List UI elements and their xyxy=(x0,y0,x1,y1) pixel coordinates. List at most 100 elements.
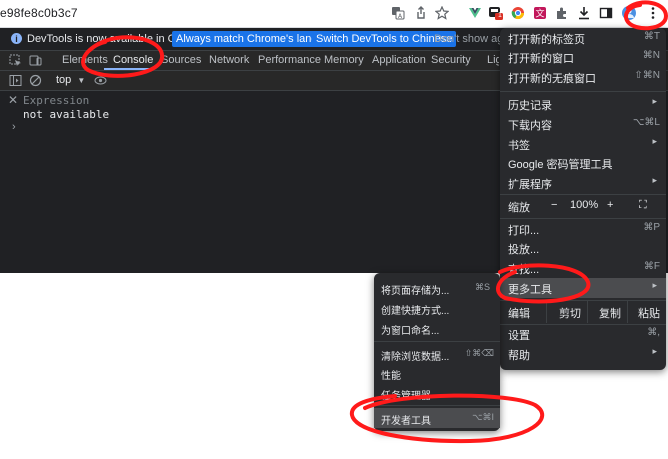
menu-item-new-incognito-window[interactable]: 打开新的无痕窗口 ⇧⌘N xyxy=(500,67,666,87)
submenu-divider xyxy=(374,341,500,342)
copy-button[interactable]: 复制 xyxy=(599,305,621,321)
menu-item-label: 书签 xyxy=(508,140,530,152)
download-icon[interactable] xyxy=(575,4,593,22)
console-prompt[interactable]: › xyxy=(12,121,16,133)
tab-console[interactable]: Console xyxy=(113,54,153,66)
menu-item-label: 历史记录 xyxy=(508,100,552,112)
zoom-in-button[interactable]: + xyxy=(607,199,613,211)
translate-icon[interactable]: A xyxy=(389,4,407,22)
menu-item-cast[interactable]: 投放... xyxy=(500,238,666,258)
menu-item-shortcut: ⌘N xyxy=(642,50,660,61)
submenu-item-label: 创建快捷方式... xyxy=(381,306,450,317)
tab-performance[interactable]: Performance xyxy=(258,54,321,66)
extension-badge-icon[interactable]: 1 xyxy=(487,4,505,22)
sidebar-toggle-icon[interactable] xyxy=(9,74,22,87)
menu-item-shortcut: ⌥⌘L xyxy=(632,117,660,128)
submenu-item-label: 清除浏览数据... xyxy=(381,352,450,363)
menu-item-label: 投放... xyxy=(508,244,540,256)
share-icon[interactable] xyxy=(412,4,430,22)
menu-item-shortcut: ⇧⌘N xyxy=(634,70,660,81)
translate-extension-icon[interactable]: 文 xyxy=(531,4,549,22)
edit-divider xyxy=(587,301,588,323)
menu-item-help[interactable]: 帮助 ▸ xyxy=(500,344,666,364)
info-icon: i xyxy=(11,33,22,44)
submenu-item-save-page[interactable]: 将页面存储为... ⌘S xyxy=(374,278,500,298)
zoom-out-button[interactable]: − xyxy=(551,199,557,211)
menu-item-password-manager[interactable]: Google 密码管理工具 xyxy=(500,153,666,173)
menu-item-label: 扩展程序 xyxy=(508,179,552,191)
expression-value: not available xyxy=(23,108,110,121)
menu-item-more-tools[interactable]: 更多工具 ▸ xyxy=(500,278,666,298)
tab-sources[interactable]: Sources xyxy=(161,54,201,66)
profile-avatar-icon[interactable] xyxy=(620,4,638,22)
tab-network[interactable]: Network xyxy=(209,54,249,66)
menu-item-shortcut: ⌘, xyxy=(647,327,660,338)
menu-item-label: 打印... xyxy=(508,225,540,237)
eye-icon[interactable] xyxy=(94,74,107,87)
chevron-right-icon: ▸ xyxy=(652,346,657,356)
menu-item-label: 更多工具 xyxy=(508,284,552,296)
expression-label[interactable]: Expression xyxy=(23,94,89,107)
menu-item-extensions[interactable]: 扩展程序 ▸ xyxy=(500,173,666,193)
menu-item-find[interactable]: 查找... ⌘F xyxy=(500,258,666,278)
submenu-item-performance[interactable]: 性能 xyxy=(374,363,500,383)
execution-context-select[interactable]: top ▼ xyxy=(56,74,85,86)
chevron-right-icon: ▸ xyxy=(652,175,657,185)
submenu-item-label: 任务管理器 xyxy=(381,391,431,402)
menu-item-label: 设置 xyxy=(508,330,530,342)
tab-elements[interactable]: Elements xyxy=(62,54,108,66)
submenu-item-developer-tools[interactable]: 开发者工具 ⌥⌘I xyxy=(374,408,500,428)
tab-memory[interactable]: Memory xyxy=(324,54,364,66)
bookmark-star-icon[interactable] xyxy=(433,4,451,22)
paste-button[interactable]: 粘贴 xyxy=(638,305,660,321)
submenu-item-clear-browsing-data[interactable]: 清除浏览数据... ⇧⌘⌫ xyxy=(374,344,500,364)
menu-item-shortcut: ⌘T xyxy=(643,31,660,42)
submenu-item-create-shortcut[interactable]: 创建快捷方式... xyxy=(374,298,500,318)
menu-item-new-tab[interactable]: 打开新的标签页 ⌘T xyxy=(500,28,666,48)
inspect-element-icon[interactable] xyxy=(9,54,22,67)
menu-item-history[interactable]: 历史记录 ▸ xyxy=(500,94,666,114)
kebab-menu-icon[interactable] xyxy=(644,4,662,22)
menu-item-downloads[interactable]: 下载内容 ⌥⌘L xyxy=(500,114,666,134)
puzzle-extensions-icon[interactable] xyxy=(553,4,571,22)
chevron-right-icon: ▸ xyxy=(652,136,657,146)
device-toolbar-icon[interactable] xyxy=(29,54,42,67)
menu-item-label: 打开新的窗口 xyxy=(508,53,574,65)
menu-edit-row: 编辑 剪切 复制 粘贴 xyxy=(500,301,666,323)
menu-item-bookmarks[interactable]: 书签 ▸ xyxy=(500,134,666,154)
submenu-item-shortcut: ⌘S xyxy=(474,282,490,292)
cut-button[interactable]: 剪切 xyxy=(559,305,581,321)
zoom-label: 缩放 xyxy=(508,202,530,214)
tab-security[interactable]: Security xyxy=(431,54,471,66)
edit-label: 编辑 xyxy=(508,308,530,320)
submenu-item-label: 性能 xyxy=(381,371,401,382)
clear-console-icon[interactable] xyxy=(29,74,42,87)
tab-application[interactable]: Application xyxy=(372,54,426,66)
menu-item-print[interactable]: 打印... ⌘P xyxy=(500,219,666,239)
vue-devtools-extension-icon[interactable] xyxy=(466,4,484,22)
submenu-item-label: 将页面存储为... xyxy=(381,286,450,297)
menu-item-label: Google 密码管理工具 xyxy=(508,159,613,171)
tab-lighthouse[interactable]: Lighthouse xyxy=(487,54,499,66)
svg-text:文: 文 xyxy=(535,8,544,20)
fullscreen-icon[interactable]: ⛶ xyxy=(639,199,647,212)
address-bar-url[interactable]: e98fe8c0b3c7 xyxy=(0,6,78,20)
menu-item-shortcut: ⌘P xyxy=(643,222,660,233)
submenu-item-shortcut: ⌥⌘I xyxy=(472,412,494,422)
browser-toolbar: e98fe8c0b3c7 A 1 文 xyxy=(0,0,668,28)
chrome-circle-extension-icon[interactable] xyxy=(509,4,527,22)
close-icon[interactable]: ✕ xyxy=(8,93,18,107)
submenu-item-label: 开发者工具 xyxy=(381,416,431,427)
submenu-item-name-window[interactable]: 为窗口命名... xyxy=(374,318,500,338)
menu-item-settings[interactable]: 设置 ⌘, xyxy=(500,324,666,344)
submenu-item-task-manager[interactable]: 任务管理器 xyxy=(374,383,500,403)
menu-item-shortcut: ⌘F xyxy=(643,261,660,272)
menu-item-new-window[interactable]: 打开新的窗口 ⌘N xyxy=(500,47,666,67)
menu-item-label: 查找... xyxy=(508,264,540,276)
chrome-main-menu: 打开新的标签页 ⌘T 打开新的窗口 ⌘N 打开新的无痕窗口 ⇧⌘N 历史记录 ▸… xyxy=(500,28,666,370)
menu-zoom-row: 缩放 − 100% + ⛶ xyxy=(500,195,666,217)
side-panel-icon[interactable] xyxy=(597,4,615,22)
menu-divider xyxy=(500,91,666,92)
menu-item-label: 打开新的标签页 xyxy=(508,34,585,46)
chevron-right-icon: ▸ xyxy=(652,280,657,290)
